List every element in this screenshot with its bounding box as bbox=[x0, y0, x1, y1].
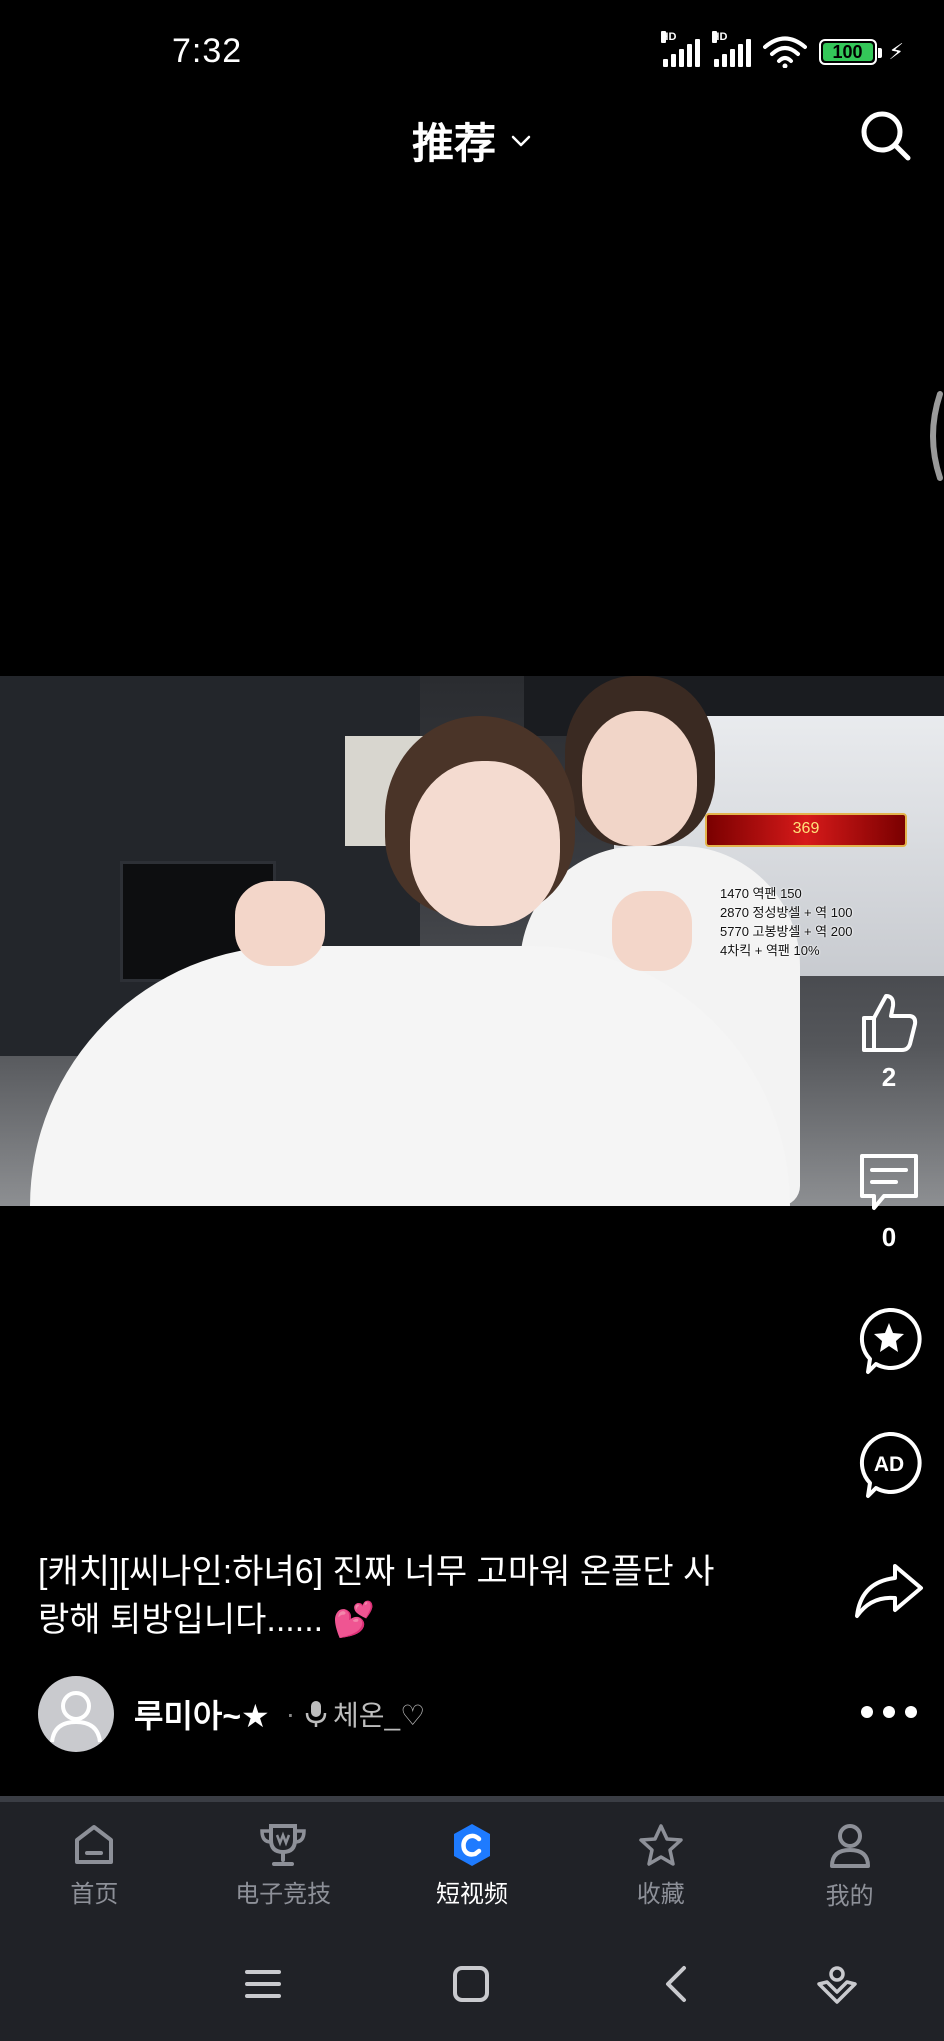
chevron-down-icon bbox=[511, 135, 531, 146]
microphone-icon bbox=[305, 1701, 327, 1727]
overlay-line: 4차킥 + 역팬 10% bbox=[720, 943, 820, 958]
system-nav-bar bbox=[0, 1920, 944, 2041]
status-time: 7:32 bbox=[172, 32, 243, 70]
page-title: 推荐 bbox=[411, 120, 496, 167]
author-name[interactable]: 루미아~★ bbox=[134, 1691, 270, 1737]
favorite-star-icon bbox=[859, 1307, 922, 1374]
author-row: 루미아~★ · 체온_♡ bbox=[38, 1676, 425, 1752]
like-count: 2 bbox=[881, 1062, 897, 1092]
side-drawer-handle[interactable] bbox=[920, 390, 944, 482]
video-figure bbox=[612, 891, 692, 971]
profile-icon bbox=[829, 1824, 870, 1868]
comment-button[interactable]: 0 bbox=[834, 1150, 944, 1253]
more-button[interactable] bbox=[834, 1704, 944, 1720]
home-icon bbox=[75, 1825, 114, 1864]
search-icon[interactable] bbox=[858, 108, 914, 164]
nav-label: 首页 bbox=[70, 1881, 119, 1908]
two-hearts-icon: 💕 bbox=[332, 1601, 375, 1639]
star-icon bbox=[639, 1824, 683, 1866]
charging-icon: ⚡ bbox=[888, 39, 904, 64]
menu-icon[interactable] bbox=[241, 1962, 285, 2006]
voice-credit-name: 체온_♡ bbox=[333, 1700, 426, 1731]
video-figure bbox=[582, 711, 697, 846]
caption-text: [캐치][씨나인:하녀6] 진짜 너무 고마워 온플단 사랑해 퇴방입니다...… bbox=[38, 1553, 715, 1639]
trophy-icon bbox=[260, 1824, 306, 1866]
voice-credit[interactable]: 체온_♡ bbox=[305, 1694, 425, 1734]
nav-label: 收藏 bbox=[636, 1881, 685, 1908]
video-player[interactable]: 369 1470 역팬 150 2870 정성방셀 + 역 100 5770 고… bbox=[0, 676, 944, 1206]
header: 推荐 bbox=[0, 100, 944, 180]
wifi-icon bbox=[762, 36, 807, 68]
battery-level: 100 bbox=[832, 41, 863, 62]
overlay-line: 1470 역팬 150 bbox=[720, 886, 802, 901]
like-button[interactable]: 2 bbox=[834, 990, 944, 1093]
comment-count: 0 bbox=[881, 1222, 897, 1252]
short-video-icon bbox=[453, 1824, 490, 1866]
battery-icon: 100 bbox=[818, 39, 882, 65]
feed-selector[interactable]: 推荐 bbox=[0, 110, 944, 171]
more-icon bbox=[861, 1706, 917, 1718]
back-icon[interactable] bbox=[656, 1962, 700, 2006]
overlay-line: 5770 고봉방셀 + 역 200 bbox=[720, 924, 853, 939]
avatar[interactable] bbox=[38, 1676, 114, 1752]
svg-text:AD: AD bbox=[874, 1453, 904, 1476]
video-banner: 369 bbox=[705, 813, 907, 847]
share-icon bbox=[855, 1564, 923, 1618]
nav-item-short-video[interactable]: 短视频 bbox=[378, 1802, 567, 1920]
signal-hd-label: HD bbox=[711, 31, 728, 43]
video-overlay-text: 1470 역팬 150 2870 정성방셀 + 역 100 5770 고봉방셀 … bbox=[720, 884, 852, 960]
favorite-button[interactable] bbox=[834, 1306, 944, 1376]
ad-icon: AD bbox=[859, 1431, 922, 1498]
nav-item-home[interactable]: 首页 bbox=[0, 1802, 189, 1920]
nav-item-esports[interactable]: 电子竞技 bbox=[189, 1802, 378, 1920]
status-bar: 7:32 HD HD 100 ⚡ bbox=[0, 0, 944, 110]
signal-icon: HD bbox=[711, 31, 751, 67]
nav-label: 短视频 bbox=[435, 1881, 508, 1908]
nav-item-favorites[interactable]: 收藏 bbox=[566, 1802, 755, 1920]
share-button[interactable] bbox=[834, 1560, 944, 1620]
signal-hd-label: HD bbox=[660, 31, 677, 43]
video-figure bbox=[235, 881, 325, 966]
ad-button[interactable]: AD bbox=[834, 1430, 944, 1500]
separator-dot: · bbox=[285, 1698, 296, 1729]
nav-item-profile[interactable]: 我的 bbox=[755, 1802, 944, 1920]
bottom-nav: 首页 电子竞技 短视频 收藏 我的 bbox=[0, 1802, 944, 1920]
status-icons: HD HD 100 ⚡ bbox=[660, 31, 904, 68]
overlay-line: 2870 정성방셀 + 역 100 bbox=[720, 905, 853, 920]
assistant-icon[interactable] bbox=[815, 1962, 859, 2006]
default-avatar-icon bbox=[50, 1691, 102, 1743]
comment-icon bbox=[860, 1154, 918, 1210]
thumbs-up-icon bbox=[862, 994, 918, 1052]
video-figure bbox=[410, 761, 560, 926]
screen: 7:32 HD HD 100 ⚡ 推荐 369 1470 역팬 150 2870… bbox=[0, 0, 944, 2041]
nav-label: 我的 bbox=[825, 1883, 874, 1910]
nav-label: 电子竞技 bbox=[235, 1881, 332, 1908]
signal-icon: HD bbox=[660, 31, 700, 67]
home-square-icon[interactable] bbox=[449, 1962, 493, 2006]
post-caption[interactable]: [캐치][씨나인:하녀6] 진짜 너무 고마워 온플단 사랑해 퇴방입니다...… bbox=[38, 1548, 738, 1644]
